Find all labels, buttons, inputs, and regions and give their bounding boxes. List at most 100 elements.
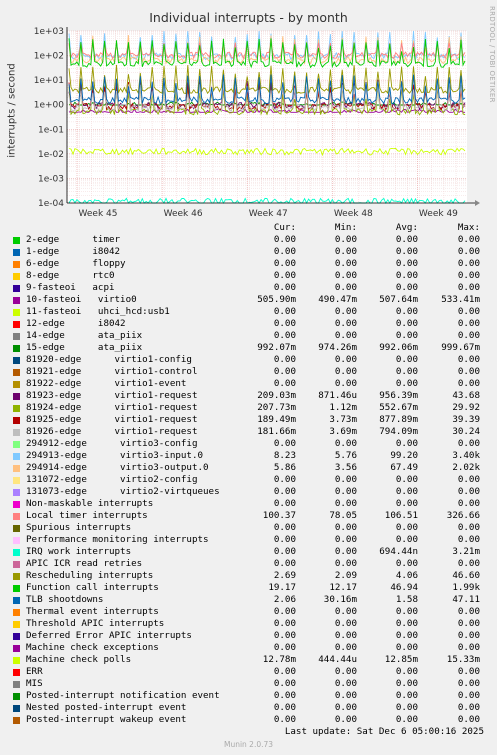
legend-min-value: 0.00: [334, 258, 357, 269]
x-tick-label: Week 45: [79, 209, 118, 219]
legend-max-value: 533.41m: [441, 294, 480, 305]
legend-max-value: 0.00: [457, 666, 480, 677]
legend-cur-value: 12.78m: [262, 654, 296, 665]
legend-swatch: [13, 417, 20, 424]
x-tick-label: Week 49: [419, 209, 458, 219]
legend-max-value: 0.00: [457, 270, 480, 281]
legend-row: Performance monitoring interrupts 0.00 0.0…: [0, 534, 497, 546]
legend-swatch: [13, 237, 20, 244]
legend-avg-value: 1.58: [395, 594, 418, 605]
legend-cur-value: 0.00: [273, 234, 296, 245]
legend-min-value: 3.56: [334, 462, 357, 473]
y-tick-label: 1e+01: [34, 76, 64, 86]
header-max: Max:: [457, 222, 480, 233]
y-tick-label: 1e-01: [38, 125, 64, 135]
legend-min-value: 0.00: [334, 534, 357, 545]
legend-max-value: 0.00: [457, 618, 480, 629]
legend-row: Posted-interrupt notification event 0.00 0…: [0, 690, 497, 702]
legend-max-value: 0.00: [457, 714, 480, 725]
legend-swatch: [13, 705, 20, 712]
legend-avg-value: 0.00: [395, 306, 418, 317]
legend-avg-value: 694.44n: [379, 546, 418, 557]
legend-swatch: [13, 393, 20, 400]
legend-min-value: 12.17: [329, 582, 357, 593]
legend-series-name: Machine check polls: [26, 654, 132, 665]
legend-avg-value: 0.00: [395, 498, 418, 509]
legend-avg-value: 99.20: [390, 450, 418, 461]
legend-avg-value: 67.49: [390, 462, 418, 473]
legend-row: Thermal event interrupts 0.00 0.00 0.00 0.00: [0, 606, 497, 618]
legend-cur-value: 0.00: [273, 258, 296, 269]
legend-series-name: 11-fasteoi uhci_hcd:usb1: [26, 306, 170, 317]
legend-min-value: 30.16m: [323, 594, 357, 605]
legend-series-name: 294913-edge virtio3-input.0: [26, 450, 204, 461]
legend-avg-value: 0.00: [395, 630, 418, 641]
legend-max-value: 0.00: [457, 558, 480, 569]
legend-max-value: 0.00: [457, 330, 480, 341]
legend-row: 15-edge ata_piix 992.07m 974.26m 992.06m 999…: [0, 342, 497, 354]
legend-max-value: 0.00: [457, 702, 480, 713]
legend-max-value: 999.67m: [441, 342, 480, 353]
legend-series-name: 81925-edge virtio1-request: [26, 414, 198, 425]
legend-min-value: 0.00: [334, 246, 357, 257]
legend-max-value: 1.99k: [452, 582, 480, 593]
legend-swatch: [13, 597, 20, 604]
legend-row: 294912-edge virtio3-config 0.00 0.00 0.00 0.…: [0, 438, 497, 450]
legend-min-value: 0.00: [334, 330, 357, 341]
legend-min-value: 0.00: [334, 498, 357, 509]
legend-row: Threshold APIC interrupts 0.00 0.00 0.00 0.0…: [0, 618, 497, 630]
legend-avg-value: 0.00: [395, 558, 418, 569]
legend-min-value: 0.00: [334, 306, 357, 317]
legend-series-name: 81922-edge virtio1-event: [26, 378, 187, 389]
x-axis-arrow: [475, 200, 480, 206]
legend-max-value: 3.40k: [452, 450, 480, 461]
legend-swatch: [13, 345, 20, 352]
legend-avg-value: 956.39m: [379, 390, 418, 401]
legend-row: MIS 0.00 0.00 0.00 0.00: [0, 678, 497, 690]
legend-max-value: 0.00: [457, 690, 480, 701]
legend-min-value: 0.00: [334, 558, 357, 569]
legend-min-value: 871.46u: [318, 390, 357, 401]
legend-series-name: 9-fasteoi acpi: [26, 282, 115, 293]
legend-row: 12-edge i8042 0.00 0.00 0.00 0.00: [0, 318, 497, 330]
legend-series-name: 294912-edge virtio3-config: [26, 438, 198, 449]
legend-min-value: 974.26m: [318, 342, 357, 353]
legend-row: ERR 0.00 0.00 0.00 0.00: [0, 666, 497, 678]
legend-min-value: 0.00: [334, 378, 357, 389]
legend-max-value: 39.39: [452, 414, 480, 425]
legend-avg-value: 0.00: [395, 246, 418, 257]
legend-min-value: 0.00: [334, 546, 357, 557]
legend-swatch: [13, 657, 20, 664]
legend-row: 81923-edge virtio1-request 209.03m 871.46u…: [0, 390, 497, 402]
legend-avg-value: 0.00: [395, 354, 418, 365]
legend-series-name: Non-maskable interrupts: [26, 498, 154, 509]
legend-min-value: 0.00: [334, 474, 357, 485]
legend-cur-value: 0.00: [273, 246, 296, 257]
legend-swatch: [13, 489, 20, 496]
legend-series-name: Spurious interrupts: [26, 522, 132, 533]
legend-cur-value: 0.00: [273, 534, 296, 545]
legend-cur-value: 0.00: [273, 498, 296, 509]
legend-avg-value: 0.00: [395, 318, 418, 329]
legend-avg-value: 0.00: [395, 534, 418, 545]
legend-min-value: 0.00: [334, 678, 357, 689]
legend-avg-value: 0.00: [395, 606, 418, 617]
chart-plot: 1e+03 1e+02 1e+01 1e+00 1e-01 1e-02 1e-03 1e-04…: [34, 27, 480, 219]
legend-min-value: 0.00: [334, 642, 357, 653]
legend-cur-value: 0.00: [273, 678, 296, 689]
legend-swatch: [13, 693, 20, 700]
legend-row: 9-fasteoi acpi 0.00 0.00 0.00 0.00: [0, 282, 497, 294]
legend-series-name: 294914-edge virtio3-output.0: [26, 462, 209, 473]
legend-max-value: 0.00: [457, 378, 480, 389]
y-tick-label: 1e-02: [38, 150, 64, 160]
legend-cur-value: 5.86: [273, 462, 296, 473]
legend-cur-value: 0.00: [273, 690, 296, 701]
legend-max-value: 326.66: [446, 510, 480, 521]
legend-row: 14-edge ata_piix 0.00 0.00 0.00 0.00: [0, 330, 497, 342]
legend-row: 11-fasteoi uhci_hcd:usb1 0.00 0.00 0.00 0.00: [0, 306, 497, 318]
legend-swatch: [13, 537, 20, 544]
legend-row: 81922-edge virtio1-event 0.00 0.00 0.00 0.00: [0, 378, 497, 390]
legend-max-value: 0.00: [457, 258, 480, 269]
legend-header: Cur: Min: Avg: Max:: [0, 222, 497, 234]
legend-avg-value: 0.00: [395, 366, 418, 377]
